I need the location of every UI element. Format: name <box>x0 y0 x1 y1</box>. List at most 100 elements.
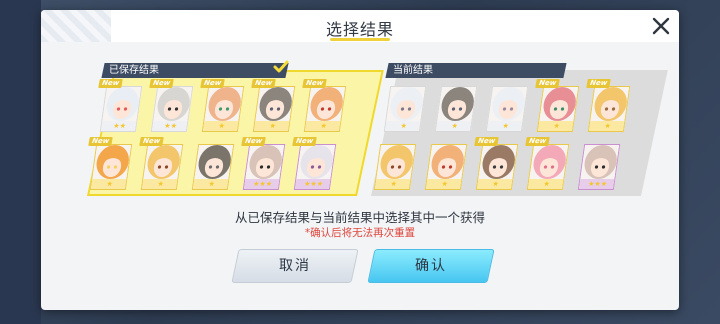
result-selection-dialog: 选择结果 已保存结果 ★★ New ★★ New ★ New ★ New ★ New ★ New ★ Ne… <box>41 10 679 310</box>
card-frame: ★ <box>587 86 631 132</box>
rarity-stars: ★ <box>384 121 423 131</box>
new-badge: New <box>88 137 113 146</box>
character-portrait <box>386 87 427 123</box>
rarity-stars: ★ <box>374 179 413 189</box>
character-portrait <box>580 145 621 181</box>
card-frame: ★ <box>424 144 468 190</box>
rarity-stars: ★ <box>527 179 566 189</box>
new-badge: New <box>292 137 317 146</box>
current-character-card: ★ New <box>535 79 580 132</box>
character-portrait <box>529 145 570 181</box>
rarity-stars: ★ <box>476 179 515 189</box>
rarity-stars: ★ <box>425 179 464 189</box>
character-portrait <box>376 145 417 181</box>
card-frame: ★★★ <box>242 144 286 190</box>
character-portrait <box>427 145 468 181</box>
current-character-card: ★ New <box>586 79 631 132</box>
rarity-stars: ★ <box>90 179 129 189</box>
current-character-card: ★ New <box>474 137 519 190</box>
rarity-stars: ★ <box>537 121 576 131</box>
current-character-card: ★ <box>373 144 417 190</box>
card-frame: ★★ <box>150 86 194 132</box>
saved-character-card: ★ <box>191 144 235 190</box>
character-portrait <box>204 87 245 123</box>
card-frame: ★ <box>526 144 570 190</box>
rarity-stars: ★ <box>304 121 343 131</box>
saved-character-card: ★★★ New <box>292 137 337 190</box>
character-portrait <box>143 145 184 181</box>
rarity-stars: ★★★ <box>578 179 617 189</box>
background-strip-left <box>0 0 41 324</box>
card-frame: ★★★ <box>293 144 337 190</box>
rarity-stars: ★★★ <box>294 179 333 189</box>
new-badge: New <box>474 137 499 146</box>
rarity-stars: ★★ <box>151 121 190 131</box>
current-character-card: ★ New <box>525 137 570 190</box>
character-portrait <box>437 87 478 123</box>
saved-results-tag: 已保存结果 <box>101 60 289 78</box>
title-underline <box>330 38 390 41</box>
new-badge: New <box>302 79 327 88</box>
rarity-stars: ★ <box>486 121 525 131</box>
rarity-stars: ★ <box>192 179 231 189</box>
card-frame: ★ <box>191 144 235 190</box>
saved-character-card: ★★★ New <box>241 137 286 190</box>
rarity-stars: ★ <box>588 121 627 131</box>
character-portrait <box>539 87 580 123</box>
current-character-card: ★ <box>485 86 529 132</box>
character-portrait <box>255 87 296 123</box>
character-portrait <box>590 87 631 123</box>
confirm-button[interactable]: 确认 <box>367 249 495 283</box>
card-frame: ★ <box>201 86 245 132</box>
card-frame: ★ <box>434 86 478 132</box>
close-button[interactable] <box>649 14 673 38</box>
saved-character-card: ★ New <box>139 137 184 190</box>
cancel-button-label: 取消 <box>279 258 311 274</box>
card-frame: ★ <box>373 144 417 190</box>
current-character-card: ★★★ <box>577 144 621 190</box>
close-icon <box>652 17 670 35</box>
card-frame: ★★★ <box>577 144 621 190</box>
character-portrait <box>92 145 133 181</box>
current-results-label: 当前结果 <box>393 65 433 76</box>
confirm-button-label: 确认 <box>415 258 447 274</box>
dialog-title: 选择结果 <box>325 20 394 39</box>
current-results-panel[interactable]: 当前结果 ★ ★ ★ ★ New ★ New ★ ★ ★ New ★ New ★★★ <box>371 63 668 196</box>
card-frame: ★★ <box>99 86 143 132</box>
rarity-stars: ★ <box>141 179 180 189</box>
new-badge: New <box>98 79 123 88</box>
new-badge: New <box>200 79 225 88</box>
new-badge: New <box>525 137 550 146</box>
current-character-card: ★ <box>424 144 468 190</box>
character-portrait <box>478 145 519 181</box>
rarity-stars: ★ <box>435 121 474 131</box>
selection-hint: 从已保存结果与当前结果中选择其中一个获得 <box>234 210 485 225</box>
card-frame: ★ <box>140 144 184 190</box>
saved-character-card: ★★ New <box>98 79 143 132</box>
rarity-stars: ★ <box>253 121 292 131</box>
rarity-stars: ★ <box>202 121 241 131</box>
current-character-card: ★ <box>434 86 478 132</box>
new-badge: New <box>251 79 276 88</box>
card-frame: ★ <box>485 86 529 132</box>
current-results-tag: 当前结果 <box>385 63 567 78</box>
cancel-button[interactable]: 取消 <box>231 249 359 283</box>
new-badge: New <box>241 137 266 146</box>
rarity-stars: ★★★ <box>243 179 282 189</box>
card-frame: ★ <box>303 86 347 132</box>
dialog-header: 选择结果 <box>41 10 679 42</box>
character-portrait <box>296 145 337 181</box>
saved-character-card: ★ New <box>200 79 245 132</box>
card-frame: ★ <box>536 86 580 132</box>
reset-warning: *确认后将无法再次重置 <box>304 227 416 239</box>
card-frame: ★ <box>475 144 519 190</box>
character-portrait <box>153 87 194 123</box>
character-portrait <box>102 87 143 123</box>
card-frame: ★ <box>383 86 427 132</box>
saved-results-panel[interactable]: 已保存结果 ★★ New ★★ New ★ New ★ New ★ New ★ New ★ New ★ ★★★… <box>87 60 384 196</box>
saved-results-label: 已保存结果 <box>109 65 159 76</box>
saved-character-card: ★ New <box>251 79 296 132</box>
rarity-stars: ★★ <box>100 121 139 131</box>
saved-character-card: ★ New <box>88 137 133 190</box>
character-portrait <box>245 145 286 181</box>
